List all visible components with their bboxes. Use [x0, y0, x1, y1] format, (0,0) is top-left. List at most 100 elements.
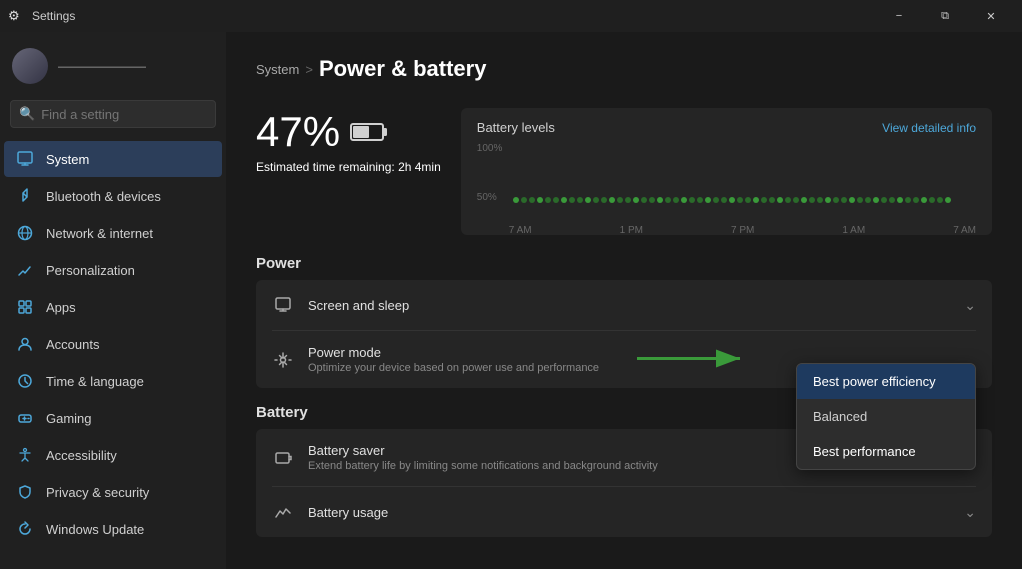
chart-dot [817, 197, 823, 203]
x-label-2: 7 PM [731, 225, 754, 236]
chart-dot [689, 197, 695, 203]
screen-sleep-row[interactable]: Screen and sleep ⌄ [256, 280, 992, 330]
battery-usage-chevron: ⌄ [964, 504, 976, 521]
titlebar: ⚙ Settings − ⧉ ✕ [0, 0, 1022, 32]
chart-dot [857, 197, 863, 203]
chart-dot [617, 197, 623, 203]
sidebar-label-privacy: Privacy & security [46, 485, 149, 500]
estimated-label: Estimated time remaining: [256, 160, 395, 174]
power-mode-dropdown: Best power efficiency Balanced Best perf… [796, 363, 976, 470]
dropdown-item-balanced[interactable]: Balanced [797, 399, 975, 434]
chart-dot [913, 197, 919, 203]
chart-x-labels: 7 AM 1 PM 7 PM 1 AM 7 AM [509, 225, 976, 236]
chart-dot [625, 197, 631, 203]
chart-dot [897, 197, 903, 203]
chart-dot [881, 197, 887, 203]
screen-sleep-title: Screen and sleep [308, 298, 950, 313]
sidebar-label-personalization: Personalization [46, 263, 135, 278]
chart-dot [641, 197, 647, 203]
breadcrumb-parent[interactable]: System [256, 62, 299, 77]
chart-dot [633, 197, 639, 203]
page-title: Power & battery [319, 56, 487, 82]
page-header: System > Power & battery [256, 56, 992, 88]
sidebar-item-accounts[interactable]: Accounts [4, 326, 222, 362]
battery-usage-icon [272, 501, 294, 523]
battery-time: Estimated time remaining: 2h 4min [256, 160, 441, 174]
chart-dot [737, 197, 743, 203]
sidebar-item-apps[interactable]: Apps [4, 289, 222, 325]
top-section: 47% Estimated time remaining: 2h 4min [256, 108, 992, 235]
chart-dot [601, 197, 607, 203]
chart-dot [801, 197, 807, 203]
sidebar-item-network[interactable]: Network & internet [4, 215, 222, 251]
accessibility-icon [16, 446, 34, 464]
dropdown-item-performance[interactable]: Best performance [797, 434, 975, 469]
x-label-0: 7 AM [509, 225, 532, 236]
chart-dot [929, 197, 935, 203]
battery-percent-text: 47% [256, 108, 340, 156]
sidebar-item-gaming[interactable]: Gaming [4, 400, 222, 436]
power-mode-row[interactable]: Power mode Optimize your device based on… [256, 331, 992, 388]
network-icon [16, 224, 34, 242]
search-icon: 🔍 [19, 106, 35, 122]
battery-percentage: 47% [256, 108, 441, 156]
chart-dot [593, 197, 599, 203]
chart-y-50: 50% [477, 192, 503, 203]
x-label-1: 1 PM [620, 225, 643, 236]
sidebar-label-gaming: Gaming [46, 411, 92, 426]
sidebar-item-privacy[interactable]: Privacy & security [4, 474, 222, 510]
personalization-icon [16, 261, 34, 279]
close-button[interactable]: ✕ [968, 0, 1014, 32]
chart-dot [665, 197, 671, 203]
battery-chart-title: Battery levels [477, 120, 555, 135]
screen-sleep-right: ⌄ [964, 297, 976, 314]
chart-dot [777, 197, 783, 203]
power-card: Screen and sleep ⌄ Power mode Optimize [256, 280, 992, 388]
sidebar-item-time[interactable]: Time & language [4, 363, 222, 399]
sidebar-profile: ———————— [0, 40, 226, 96]
search-input[interactable] [41, 107, 217, 122]
restore-button[interactable]: ⧉ [922, 0, 968, 32]
battery-saver-title: Battery saver [308, 443, 855, 458]
sidebar-item-update[interactable]: Windows Update [4, 511, 222, 547]
battery-usage-title: Battery usage [308, 505, 950, 520]
chart-dot [577, 197, 583, 203]
breadcrumb: System > Power & battery [256, 56, 486, 82]
chart-dot [521, 197, 527, 203]
sidebar-label-update: Windows Update [46, 522, 144, 537]
app-body: ———————— 🔍 System Bluetooth & devices Ne… [0, 32, 1022, 569]
avatar [12, 48, 48, 84]
chart-dots [513, 143, 976, 203]
battery-saver-icon [272, 447, 294, 469]
x-label-4: 7 AM [953, 225, 976, 236]
sidebar-item-personalization[interactable]: Personalization [4, 252, 222, 288]
chart-dot [561, 197, 567, 203]
chart-dot [705, 197, 711, 203]
chart-dot [937, 197, 943, 203]
sidebar-item-bluetooth[interactable]: Bluetooth & devices [4, 178, 222, 214]
chart-dot [769, 197, 775, 203]
chart-dot [713, 197, 719, 203]
battery-saver-subtitle: Extend battery life by limiting some not… [308, 460, 855, 472]
chart-dot [753, 197, 759, 203]
view-detailed-link[interactable]: View detailed info [882, 121, 976, 135]
sidebar-item-accessibility[interactable]: Accessibility [4, 437, 222, 473]
chart-dot [609, 197, 615, 203]
update-icon [16, 520, 34, 538]
search-box[interactable]: 🔍 [10, 100, 216, 128]
battery-usage-row[interactable]: Battery usage ⌄ [256, 487, 992, 537]
minimize-button[interactable]: − [876, 0, 922, 32]
battery-status: 47% Estimated time remaining: 2h 4min [256, 108, 441, 174]
screen-sleep-content: Screen and sleep [308, 298, 950, 313]
dropdown-item-efficiency[interactable]: Best power efficiency [797, 364, 975, 399]
chart-dot [841, 197, 847, 203]
sidebar-label-time: Time & language [46, 374, 144, 389]
chart-dot [785, 197, 791, 203]
chart-dot [697, 197, 703, 203]
chart-dot [849, 197, 855, 203]
x-label-3: 1 AM [842, 225, 865, 236]
chart-dot [673, 197, 679, 203]
accounts-icon [16, 335, 34, 353]
sidebar-item-system[interactable]: System [4, 141, 222, 177]
power-mode-icon [272, 349, 294, 371]
